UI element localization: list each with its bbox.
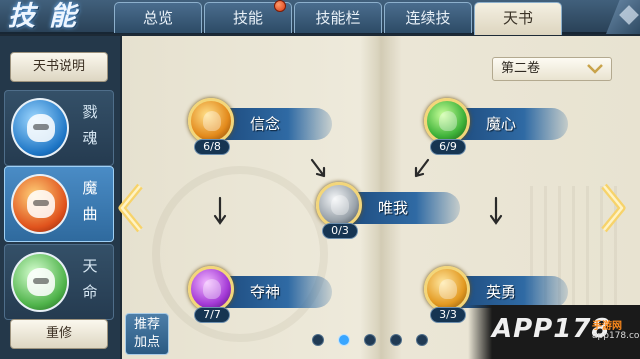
- skill-name: 夺神: [250, 283, 281, 301]
- blue-dragon-emblem-icon: [11, 98, 69, 158]
- skill-points: 3/3: [430, 307, 466, 323]
- skill-name: 魔心: [486, 115, 517, 133]
- arrow-down-icon: [213, 196, 227, 225]
- page-dot[interactable]: [312, 334, 324, 346]
- page-dot[interactable]: [390, 334, 402, 346]
- skill-points: 0/3: [322, 223, 358, 239]
- reset-button[interactable]: 重修: [10, 319, 108, 349]
- skill-node-xinnian[interactable]: 信念 6/8: [188, 98, 336, 158]
- arrow-down-icon: [489, 196, 503, 225]
- corner-ornament-icon: [606, 0, 640, 34]
- skill-node-weiwo[interactable]: 唯我 0/3: [316, 182, 464, 242]
- tab-combo[interactable]: 连续技: [384, 2, 472, 33]
- purple-soul-skill-icon: [188, 266, 234, 312]
- recommend-label-line2: 加点: [133, 335, 160, 350]
- skill-name: 唯我: [378, 199, 409, 217]
- green-beast-emblem-icon: [11, 252, 69, 312]
- watermark-url: app178.com: [592, 331, 640, 341]
- skull-skill-icon: [316, 182, 362, 228]
- next-page-arrow-icon[interactable]: [598, 182, 628, 234]
- skill-node-moxin[interactable]: 魔心 6/9: [424, 98, 572, 158]
- skill-points: 7/7: [194, 307, 230, 323]
- chevron-down-icon: [587, 64, 603, 74]
- book-sidebar: 天书说明 戮魂 魔曲 天命 重修: [0, 36, 120, 359]
- flame-slash-skill-icon: [424, 266, 470, 312]
- tab-overview[interactable]: 总览: [114, 2, 202, 33]
- site-watermark: APP178 手游网 app178.com: [468, 305, 640, 359]
- recommend-label-line1: 推荐: [133, 317, 160, 332]
- volume-select[interactable]: 第二卷: [492, 57, 612, 81]
- watermark-subtitle: 手游网: [592, 321, 622, 332]
- top-tab-bar: 技能 总览 技能 技能栏 连续技 天书: [0, 0, 640, 35]
- sidebar-item-label: 戮魂: [82, 103, 98, 147]
- sidebar-item-label: 魔曲: [82, 179, 98, 223]
- sidebar-item-tianming[interactable]: 天命: [4, 244, 114, 320]
- skill-points: 6/9: [430, 139, 466, 155]
- green-flame-skill-icon: [424, 98, 470, 144]
- tab-skill-bar[interactable]: 技能栏: [294, 2, 382, 33]
- page-dot-active[interactable]: [338, 334, 350, 346]
- red-demon-emblem-icon: [11, 174, 69, 234]
- arrow-down-left-icon: [414, 158, 430, 178]
- sidebar-item-moqu[interactable]: 魔曲: [4, 166, 114, 242]
- notification-dot-icon: [274, 0, 286, 12]
- arrow-down-right-icon: [310, 158, 326, 178]
- page-title: 技能: [8, 1, 90, 32]
- sidebar-item-luhun[interactable]: 戮魂: [4, 90, 114, 166]
- skill-name: 信念: [250, 115, 281, 133]
- page-dot[interactable]: [416, 334, 428, 346]
- tab-tianshu[interactable]: 天书: [474, 2, 562, 35]
- skill-name: 英勇: [486, 283, 517, 301]
- skill-node-duoshen[interactable]: 夺神 7/7: [188, 266, 336, 326]
- tianshu-explain-button[interactable]: 天书说明: [10, 52, 108, 82]
- previous-page-arrow-icon[interactable]: [116, 182, 146, 234]
- sidebar-item-label: 天命: [82, 257, 98, 301]
- recommend-points-button[interactable]: 推荐 加点: [125, 313, 169, 355]
- fire-skill-icon: [188, 98, 234, 144]
- volume-select-value: 第二卷: [501, 61, 541, 76]
- page-dot[interactable]: [364, 334, 376, 346]
- skill-points: 6/8: [194, 139, 230, 155]
